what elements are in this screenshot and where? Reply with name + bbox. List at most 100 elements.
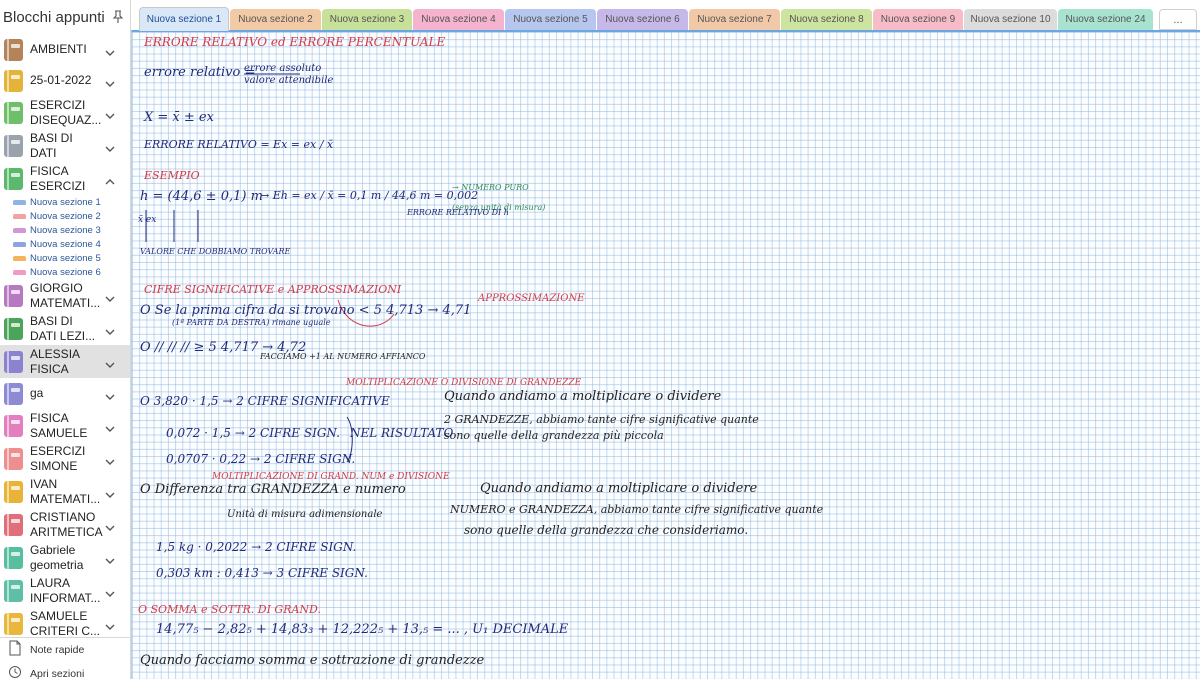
handwritten-note: ERRORE RELATIVO DI h xyxy=(407,208,509,217)
notebook-fisica-esercizi[interactable]: FISICA ESERCIZI xyxy=(0,162,130,195)
quick-notes-icon xyxy=(8,640,22,661)
notebook-fisica-samuele[interactable]: FISICA SAMUELE xyxy=(0,409,130,442)
chevron-down-icon[interactable] xyxy=(104,45,116,56)
notebook-25-01-2022[interactable]: 25-01-2022 xyxy=(0,65,130,96)
tab-nuova-sezione-5[interactable]: Nuova sezione 5 xyxy=(505,9,596,30)
handwritten-note: sono quelle della grandezza più piccola xyxy=(444,429,664,442)
more-sections-button[interactable]: ... xyxy=(1159,9,1197,30)
notebook-label: FISICA SAMUELE xyxy=(30,411,106,441)
tab-nuova-sezione-10[interactable]: Nuova sezione 10 xyxy=(964,9,1057,30)
handwritten-note: x̄ ex xyxy=(138,215,157,225)
section-item-nuova-sezione-4[interactable]: Nuova sezione 4 xyxy=(0,237,130,251)
handwritten-note: 0,0707 · 0,22 → 2 CIFRE SIGN. xyxy=(166,452,356,466)
pin-icon[interactable] xyxy=(111,8,125,26)
handwritten-note: → Eh = ex / x̄ = 0,1 m / 44,6 m = 0,002 xyxy=(260,189,479,202)
chevron-down-icon[interactable] xyxy=(104,389,116,400)
section-color-icon xyxy=(13,213,26,219)
notebook-laura-informat[interactable]: LAURA INFORMAT... xyxy=(0,574,130,607)
notebook-icon xyxy=(4,167,23,190)
chevron-down-icon[interactable] xyxy=(104,76,116,87)
notebook-label: FISICA ESERCIZI xyxy=(30,164,106,194)
notebook-label-line: GIORGIO xyxy=(30,280,83,295)
handwritten-note: (1ª PARTE DA DESTRA) rimane uguale xyxy=(172,318,331,327)
chevron-down-icon[interactable] xyxy=(104,487,116,498)
notebook-sidebar: Blocchi appunti AMBIENTI 25-01-2022 ESERCI… xyxy=(0,0,131,679)
notebook-gabriele-geometria[interactable]: Gabriele geometria xyxy=(0,541,130,574)
chevron-down-icon[interactable] xyxy=(104,553,116,564)
chevron-down-icon[interactable] xyxy=(104,324,116,335)
chevron-up-icon[interactable] xyxy=(104,174,116,184)
handwritten-note: CIFRE SIGNIFICATIVE e APPROSSIMAZIONI xyxy=(144,283,402,296)
tab-nuova-sezione-3[interactable]: Nuova sezione 3 xyxy=(322,9,412,30)
notebook-icon xyxy=(4,513,23,536)
notebook-giorgio-matemati[interactable]: GIORGIO MATEMATI... xyxy=(0,279,130,312)
section-label: Nuova sezione 6 xyxy=(30,266,101,278)
notebook-ambienti[interactable]: AMBIENTI xyxy=(0,34,130,65)
notebook-icon xyxy=(4,284,23,307)
notebook-cristiano-aritmetica[interactable]: CRISTIANO ARITMETICA xyxy=(0,508,130,541)
tab-nuova-sezione-1[interactable]: Nuova sezione 1 xyxy=(139,7,229,31)
notebook-esercizi-disequaz[interactable]: ESERCIZI DISEQUAZ... xyxy=(0,96,130,129)
section-color-icon xyxy=(13,241,26,247)
notebook-label-line: DATI xyxy=(30,145,57,160)
notebook-icon xyxy=(4,38,23,61)
open-sections-button[interactable]: Apri sezioni xyxy=(0,662,130,679)
notebook-label-line: DISEQUAZ... xyxy=(30,112,102,127)
notebook-alessia-fisica[interactable]: ALESSIA FISICA xyxy=(0,345,130,378)
notebook-label-line: 25-01-2022 xyxy=(30,73,92,87)
tab-nuova-sezione-6[interactable]: Nuova sezione 6 xyxy=(597,9,688,30)
tab-nuova-sezione-2[interactable]: Nuova sezione 2 xyxy=(230,9,321,30)
section-item-nuova-sezione-1[interactable]: Nuova sezione 1 xyxy=(0,195,130,209)
notebook-samuele-criteri-c[interactable]: SAMUELE CRITERI C... xyxy=(0,607,130,640)
chevron-down-icon[interactable] xyxy=(104,108,116,119)
handwritten-note: Quando andiamo a moltiplicare o dividere xyxy=(444,389,722,404)
notebook-label-line: FISICA xyxy=(30,361,69,376)
handwritten-note: 0,303 km : 0,413 → 3 CIFRE SIGN. xyxy=(156,566,368,580)
handwritten-note: h = (44,6 ± 0,1) m xyxy=(140,189,263,204)
tab-nuova-sezione-7[interactable]: Nuova sezione 7 xyxy=(689,9,780,30)
handwritten-note: O Se la prima cifra da si trovano < 5 4,… xyxy=(140,303,472,318)
notebook-label: ESERCIZI DISEQUAZ... xyxy=(30,98,106,128)
section-color-icon xyxy=(13,255,26,261)
chevron-down-icon[interactable] xyxy=(104,421,116,432)
section-item-nuova-sezione-6[interactable]: Nuova sezione 6 xyxy=(0,265,130,279)
quick-notes-button[interactable]: Note rapide xyxy=(0,638,130,662)
handwritten-note: Quando andiamo a moltiplicare o dividere xyxy=(480,481,758,496)
notebook-label: BASI DI DATI LEZI... xyxy=(30,314,106,344)
handwritten-note: errore relativo = xyxy=(144,65,256,80)
chevron-down-icon[interactable] xyxy=(104,586,116,597)
notebook-icon xyxy=(4,350,23,373)
tab-nuova-sezione-8[interactable]: Nuova sezione 8 xyxy=(781,9,872,30)
notebook-label-line: LAURA xyxy=(30,575,71,590)
note-page-canvas[interactable]: ERRORE RELATIVO ed ERRORE PERCENTUALE err… xyxy=(131,30,1200,679)
notebook-basi-di-dati[interactable]: BASI DI DATI xyxy=(0,129,130,162)
notebook-esercizi-simone[interactable]: ESERCIZI SIMONE xyxy=(0,442,130,475)
chevron-down-icon[interactable] xyxy=(104,454,116,465)
tab-nuova-sezione-4[interactable]: Nuova sezione 4 xyxy=(413,9,504,30)
notebook-list: AMBIENTI 25-01-2022 ESERCIZI DISEQUAZ... BAS… xyxy=(0,34,130,640)
notebook-basi-di-dati-lezi[interactable]: BASI DI DATI LEZI... xyxy=(0,312,130,345)
tab-nuova-sezione-24[interactable]: Nuova sezione 24 xyxy=(1058,9,1153,30)
handwritten-note: VALORE CHE DOBBIAMO TROVARE xyxy=(140,247,291,256)
notebook-ga[interactable]: ga xyxy=(0,378,130,409)
section-color-icon xyxy=(13,199,26,205)
chevron-down-icon[interactable] xyxy=(104,141,116,152)
notebook-ivan-matemati[interactable]: IVAN MATEMATI... xyxy=(0,475,130,508)
section-item-nuova-sezione-2[interactable]: Nuova sezione 2 xyxy=(0,209,130,223)
notebook-icon xyxy=(4,447,23,470)
chevron-down-icon[interactable] xyxy=(104,520,116,531)
tab-nuova-sezione-9[interactable]: Nuova sezione 9 xyxy=(873,9,963,30)
chevron-down-icon[interactable] xyxy=(104,357,116,368)
notebook-label-line: ALESSIA xyxy=(30,346,81,361)
notebook-label-line: DATI LEZI... xyxy=(30,328,96,343)
chevron-down-icon[interactable] xyxy=(104,619,116,630)
section-item-nuova-sezione-3[interactable]: Nuova sezione 3 xyxy=(0,223,130,237)
handwritten-note: O Differenza tra GRANDEZZA e numero xyxy=(140,482,406,497)
chevron-down-icon[interactable] xyxy=(104,291,116,302)
section-tab-bar: ... Nuova sezione 1 Nuova sezione 2 Nuova … xyxy=(131,0,1200,31)
notebook-icon xyxy=(4,69,23,92)
notebook-icon xyxy=(4,579,23,602)
section-item-nuova-sezione-5[interactable]: Nuova sezione 5 xyxy=(0,251,130,265)
handwritten-note: NEL RISULTATO xyxy=(350,426,454,440)
notebook-label-line: BASI DI xyxy=(30,313,73,328)
